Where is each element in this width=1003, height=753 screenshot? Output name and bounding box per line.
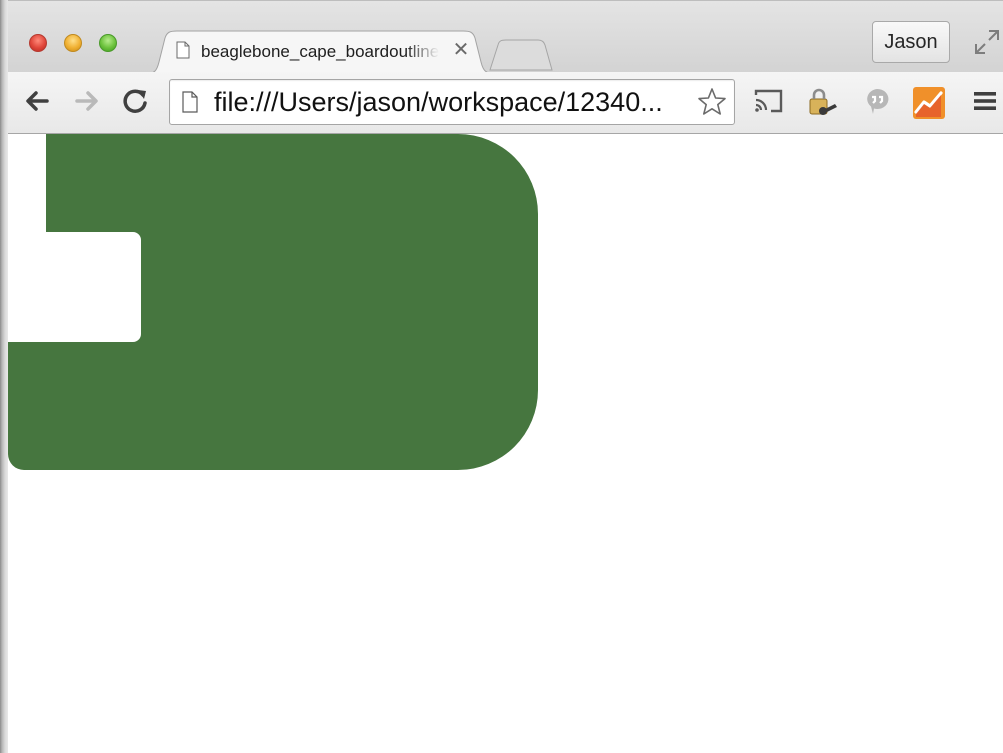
board-outline-shape <box>8 134 538 470</box>
chat-bubble-icon[interactable] <box>862 86 892 116</box>
maximize-window-icon[interactable] <box>99 34 117 52</box>
document-icon <box>176 41 190 59</box>
address-text[interactable]: file:///Users/jason/workspace/12340... <box>214 87 694 117</box>
fullscreen-icon[interactable] <box>972 27 1002 57</box>
analytics-icon[interactable] <box>912 86 945 119</box>
hamburger-menu-icon[interactable] <box>970 86 1000 116</box>
new-tab-icon[interactable] <box>486 37 556 71</box>
close-window-icon[interactable] <box>29 34 47 52</box>
back-arrow-icon[interactable] <box>22 86 52 116</box>
cast-icon[interactable] <box>752 86 783 116</box>
reload-icon[interactable] <box>120 86 150 116</box>
toolbar: file:///Users/jason/workspace/12340... <box>8 72 1003 134</box>
window-edge <box>0 0 8 753</box>
bookmark-star-icon[interactable] <box>696 86 728 118</box>
tab-title: beaglebone_cape_boardoutline <box>201 42 439 61</box>
profile-button[interactable]: Jason <box>872 21 950 63</box>
minimize-window-icon[interactable] <box>64 34 82 52</box>
lock-key-icon[interactable] <box>806 86 837 116</box>
tab-close-icon[interactable]: ✕ <box>451 39 471 61</box>
forward-arrow-icon[interactable] <box>72 86 102 116</box>
page-content <box>8 134 1003 753</box>
document-icon <box>182 91 198 113</box>
browser-window: beaglebone_cape_boardoutline ✕ Jason fil… <box>0 0 1003 753</box>
tab-active[interactable]: beaglebone_cape_boardoutline ✕ <box>145 30 497 74</box>
address-bar[interactable]: file:///Users/jason/workspace/12340... <box>169 79 735 125</box>
tab-strip: beaglebone_cape_boardoutline ✕ Jason <box>8 0 1003 74</box>
